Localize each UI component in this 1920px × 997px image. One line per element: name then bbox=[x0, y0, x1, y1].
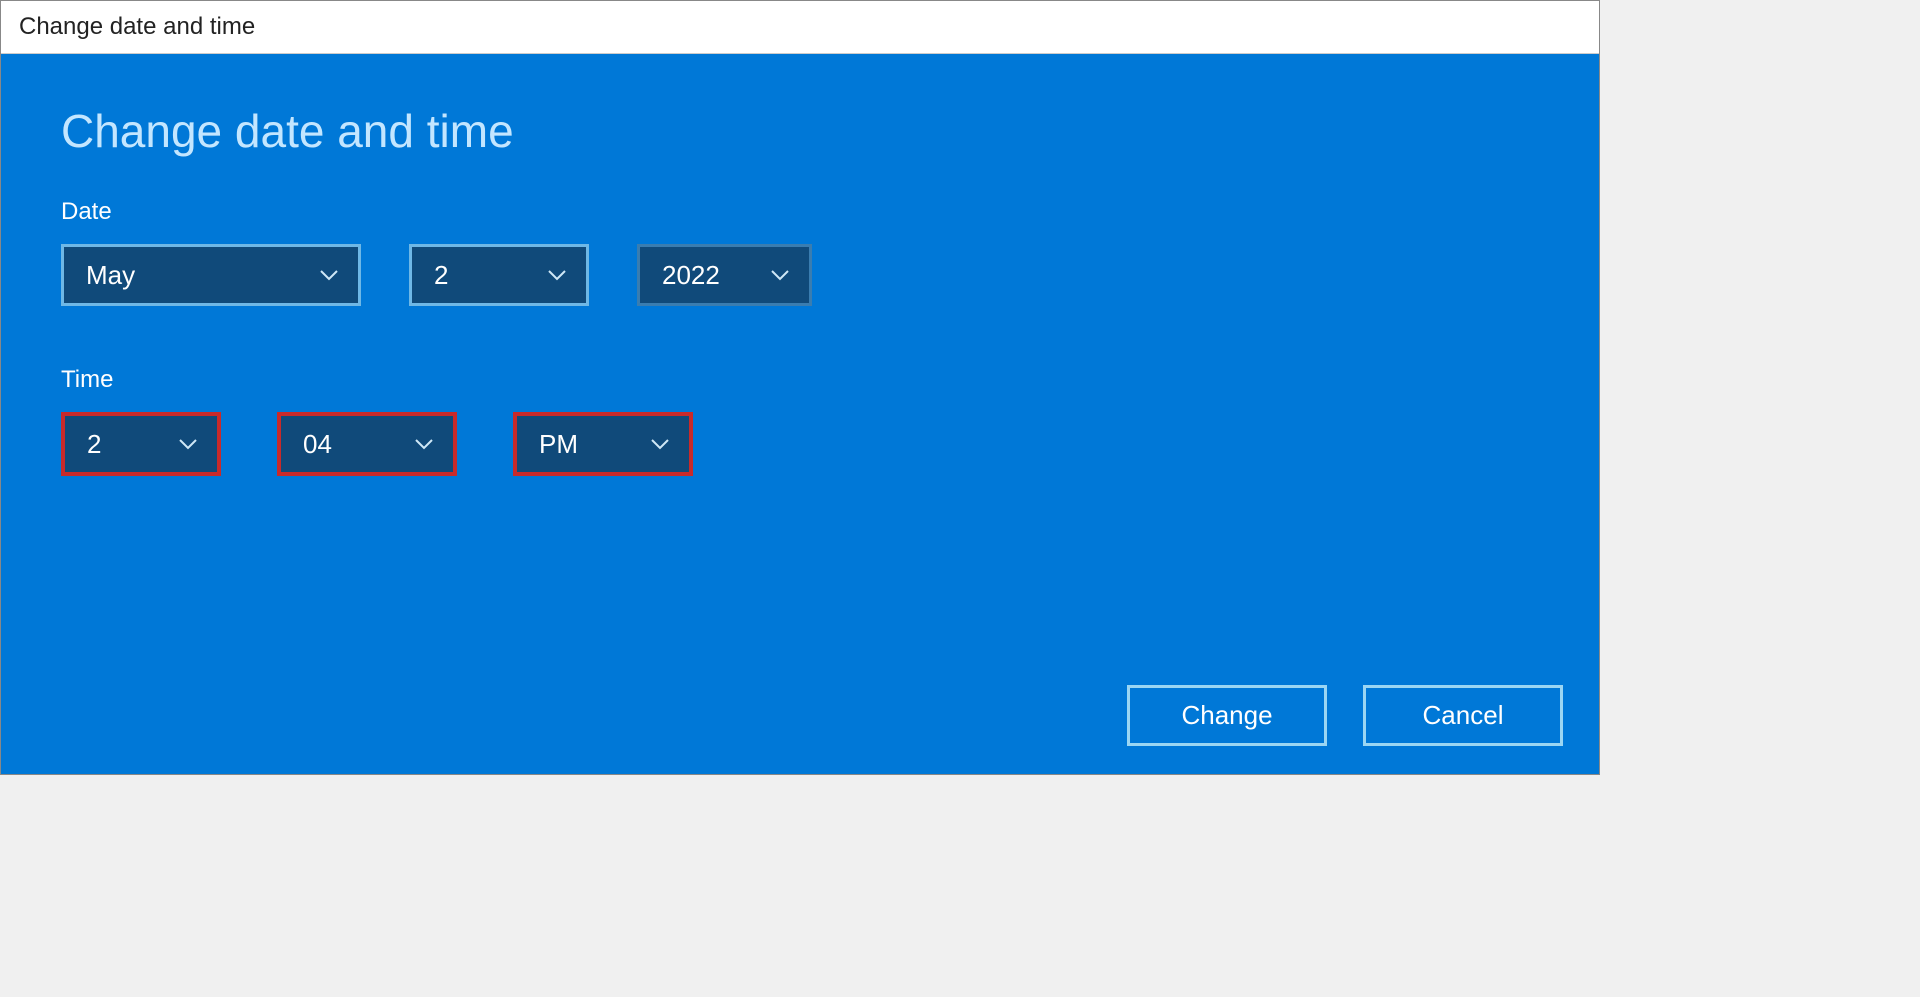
ampm-value: PM bbox=[539, 429, 641, 460]
year-value: 2022 bbox=[662, 260, 761, 291]
window-titlebar: Change date and time bbox=[1, 1, 1599, 54]
time-section: Time 2 04 PM bbox=[61, 366, 1539, 476]
ampm-dropdown[interactable]: PM bbox=[513, 412, 693, 476]
month-value: May bbox=[86, 260, 310, 291]
minute-dropdown[interactable]: 04 bbox=[277, 412, 457, 476]
dialog-heading: Change date and time bbox=[61, 104, 1539, 158]
date-dropdown-row: May 2 2022 bbox=[61, 244, 1539, 306]
change-date-time-dialog: Change date and time Change date and tim… bbox=[0, 0, 1600, 775]
time-dropdown-row: 2 04 PM bbox=[61, 412, 1539, 476]
dialog-body: Change date and time Date May 2 2022 bbox=[1, 54, 1599, 774]
day-value: 2 bbox=[434, 260, 538, 291]
chevron-down-icon bbox=[769, 264, 791, 286]
change-button[interactable]: Change bbox=[1127, 685, 1327, 746]
hour-value: 2 bbox=[87, 429, 169, 460]
day-dropdown[interactable]: 2 bbox=[409, 244, 589, 306]
month-dropdown[interactable]: May bbox=[61, 244, 361, 306]
dialog-button-row: Change Cancel bbox=[1127, 685, 1563, 746]
hour-dropdown[interactable]: 2 bbox=[61, 412, 221, 476]
minute-value: 04 bbox=[303, 429, 405, 460]
cancel-button[interactable]: Cancel bbox=[1363, 685, 1563, 746]
time-section-label: Time bbox=[61, 366, 1539, 394]
chevron-down-icon bbox=[177, 433, 199, 455]
chevron-down-icon bbox=[649, 433, 671, 455]
chevron-down-icon bbox=[546, 264, 568, 286]
chevron-down-icon bbox=[318, 264, 340, 286]
year-dropdown[interactable]: 2022 bbox=[637, 244, 812, 306]
window-title-text: Change date and time bbox=[19, 13, 255, 40]
chevron-down-icon bbox=[413, 433, 435, 455]
date-section-label: Date bbox=[61, 198, 1539, 226]
